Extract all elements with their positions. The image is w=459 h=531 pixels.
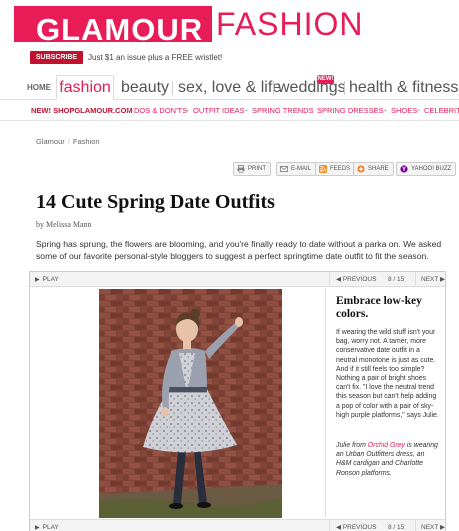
breadcrumb-glamour[interactable]: Glamour [36,137,65,146]
printer-icon [237,165,245,173]
breadcrumb-fashion[interactable]: Fashion [73,137,100,146]
subnav-separator: • [245,106,248,115]
slide-counter-bottom: 8 / 15 [388,524,405,531]
sub-nav: NEW! SHOPGLAMOUR.COM • DOS & DON'TS • OU… [0,101,459,121]
new-badge: NEW! [317,75,334,84]
previous-button-bottom[interactable]: ◀ PREVIOUS [336,520,376,531]
subnav-spring-trends[interactable]: SPRING TRENDS [252,101,314,120]
slideshow-controls-top: ▶ PLAY ◀ PREVIOUS 8 / 15 NEXT ▶ [30,272,445,287]
previous-arrow-icon: ◀ [336,524,343,531]
credit-prefix: Julie from [336,442,368,449]
slideshow-controls-bottom: ▶ PLAY ◀ PREVIOUS 8 / 15 NEXT ▶ [30,519,445,531]
subnav-shoes[interactable]: SHOES [391,101,417,120]
logo-text: GLAMOUR [36,12,204,47]
control-divider [329,520,330,531]
play-icon: ▶ [35,277,40,283]
previous-label: PREVIOUS [342,276,377,283]
previous-arrow-icon: ◀ [336,276,343,283]
breadcrumb: Glamour / Fashion [36,137,100,146]
print-label: PRINT [248,166,266,172]
next-button[interactable]: NEXT ▶ [421,272,445,287]
glamour-logo[interactable]: GLAMOUR [14,6,212,47]
slide-counter: 8 / 15 [388,276,405,283]
control-divider [415,520,416,531]
subnav-separator: • [186,106,189,115]
svg-text:Y: Y [402,167,406,173]
play-button[interactable]: ▶ PLAY [35,272,59,288]
nav-tab-sex-love-life[interactable]: sex, love & life [178,76,281,100]
feeds-label: FEEDS [330,166,351,172]
next-arrow-icon: ▶ [438,276,446,283]
nav-divider [172,81,173,95]
next-button-bottom[interactable]: NEXT ▶ [421,520,445,531]
nav-home[interactable]: HOME [27,76,51,100]
play-label: PLAY [42,276,59,283]
next-arrow-icon: ▶ [438,524,446,531]
nav-tab-beauty[interactable]: beauty [121,76,169,100]
yahoo-buzz-label: YAHOO! BUZZ [411,166,452,172]
nav-tab-weddings[interactable]: weddings [278,76,346,100]
nav-divider [344,81,345,95]
credit-link-orchid-grey[interactable]: Orchid Grey [368,442,405,449]
article-byline: by Melissa Mann [36,220,92,229]
subscribe-offer-link[interactable]: Just $1 an issue plus a FREE wristlet! [88,51,222,64]
main-nav: HOME fashion beauty sex, love & life wed… [0,75,459,100]
subnav-separator: • [127,106,130,115]
subnav-spring-dresses[interactable]: SPRING DRESSES [317,101,384,120]
print-button[interactable]: PRINT [233,162,271,176]
slide-photo[interactable] [99,289,282,518]
previous-label: PREVIOUS [342,524,377,531]
caption-credit: Julie from Orchid Grey is wearing an Urb… [336,441,441,478]
control-divider [415,272,416,287]
subnav-outfit-ideas[interactable]: OUTFIT IDEAS [193,101,245,120]
subnav-dos-donts[interactable]: DOS & DON'TS [134,101,187,120]
previous-button[interactable]: ◀ PREVIOUS [336,272,376,287]
next-label: NEXT [421,524,439,531]
section-title: FASHION [216,6,364,42]
caption-title: Embrace low-key colors. [336,295,422,320]
play-button-bottom[interactable]: ▶ PLAY [35,520,59,531]
share-label: SHARE [368,166,389,172]
subnav-separator: • [417,106,420,115]
yahoo-buzz-button[interactable]: Y YAHOO! BUZZ [396,162,457,176]
share-toolbar: PRINT E-MAIL FEEDS SHARE Y YAHOO! BUZZ [0,162,459,176]
article-intro: Spring has sprung, the flowers are bloom… [36,239,442,261]
caption-body: If wearing the wild stuff isn't your bag… [336,329,439,419]
subnav-celebrity[interactable]: CELEBRITY [424,101,459,120]
rss-icon [319,165,327,173]
control-divider [329,272,330,287]
share-button[interactable]: SHARE [353,162,394,176]
feeds-button[interactable]: FEEDS [315,162,356,176]
yahoo-buzz-icon: Y [400,165,408,173]
nav-tab-fashion[interactable]: fashion [56,75,114,100]
nav-tab-health-fitness[interactable]: health & fitness + [349,76,459,100]
article-title: 14 Cute Spring Date Outfits [36,191,275,213]
play-label: PLAY [42,524,59,531]
subnav-separator: • [384,106,387,115]
subnav-separator: • [310,106,313,115]
nav-divider [273,81,274,95]
site-header: GLAMOUR FASHION SUBSCRIBE Just $1 an iss… [0,0,459,76]
slideshow: ▶ PLAY ◀ PREVIOUS 8 / 15 NEXT ▶ Embrace … [29,271,446,531]
envelope-icon [280,165,288,173]
email-label: E-MAIL [291,166,312,172]
subnav-shopglamour[interactable]: NEW! SHOPGLAMOUR.COM [31,101,133,120]
plus-icon [357,165,365,173]
next-label: NEXT [421,276,439,283]
subscribe-button[interactable]: SUBSCRIBE [30,51,83,64]
slide-caption: Embrace low-key colors. If wearing the w… [325,289,445,518]
breadcrumb-separator: / [67,137,70,146]
play-icon: ▶ [35,525,40,531]
email-button[interactable]: E-MAIL [276,162,317,176]
